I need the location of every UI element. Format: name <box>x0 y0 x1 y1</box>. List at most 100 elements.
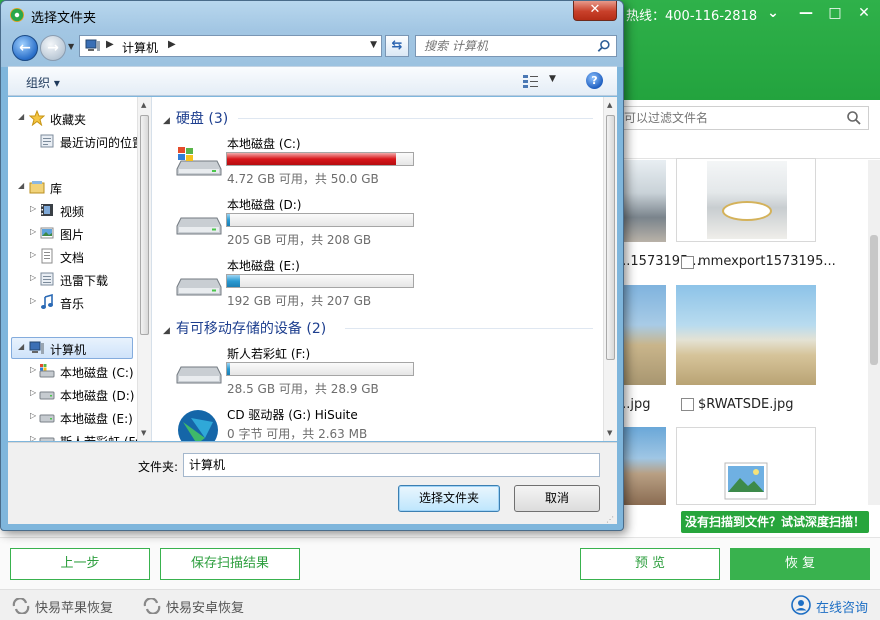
collapsed-chevron-icon[interactable]: ▷ <box>30 273 36 282</box>
drive-item-g[interactable]: CD 驱动器 (G:) HiSuite 0 字节 可用，共 2.63 MB <box>175 406 435 441</box>
nav-label: 本地磁盘 (C:) <box>60 366 134 380</box>
group-hard-disks[interactable]: ◢ 硬盘 (3) <box>163 108 228 128</box>
recent-pages-chevron-icon[interactable]: ▼ <box>68 42 74 51</box>
apple-recovery-link[interactable]: 快易苹果恢复 <box>35 597 113 616</box>
nav-drive-e[interactable]: ▷ 本地磁盘 (E:) <box>8 407 148 427</box>
preview-button[interactable]: 预 览 <box>580 548 720 580</box>
back-arrow-icon[interactable]: ← <box>12 35 38 61</box>
resize-grip-icon[interactable]: ⋰ <box>606 515 614 524</box>
video-icon <box>41 204 53 216</box>
cancel-button[interactable]: 取消 <box>514 485 600 512</box>
file-checkbox[interactable] <box>681 256 694 269</box>
collapse-icon[interactable]: ⌄ <box>762 3 784 23</box>
file-list-pane: ◢ 硬盘 (3) 本地磁盘 (C:) 4.72 GB 可用，共 50.0 GB <box>155 97 617 441</box>
drive-item-d[interactable]: 本地磁盘 (D:) 205 GB 可用，共 208 GB <box>175 196 435 252</box>
nav-libraries[interactable]: ◢ 库 <box>8 177 148 197</box>
nav-pictures[interactable]: ▷ 图片 <box>8 223 148 243</box>
library-icon <box>29 181 45 194</box>
address-bar[interactable]: ▶ 计算机 ▶ ▼ <box>79 35 382 57</box>
help-icon[interactable]: ? <box>586 72 603 89</box>
view-dropdown-icon[interactable]: ▼ <box>549 74 556 84</box>
forward-arrow-icon[interactable]: → <box>40 35 66 61</box>
collapsed-chevron-icon[interactable]: ▷ <box>30 227 36 236</box>
change-view-icon[interactable] <box>522 74 540 90</box>
search-icon[interactable] <box>846 110 862 126</box>
organize-menu-button[interactable]: 组织 ▾ <box>26 74 60 91</box>
expanded-chevron-icon[interactable]: ◢ <box>18 112 24 121</box>
deep-scan-button[interactable]: 没有扫描到文件？试试深度扫描！ <box>681 511 869 533</box>
collapsed-chevron-icon[interactable]: ▷ <box>30 250 36 259</box>
collapsed-chevron-icon[interactable]: ▷ <box>30 388 36 397</box>
expanded-chevron-icon[interactable]: ◢ <box>163 326 170 336</box>
collapsed-chevron-icon[interactable]: ▷ <box>30 204 36 213</box>
breadcrumb-computer[interactable]: 计算机 <box>122 39 158 56</box>
online-consult-link[interactable]: 在线咨询 <box>816 597 868 616</box>
breadcrumb-separator-icon[interactable]: ▶ <box>106 39 114 50</box>
file-list-scrollbar[interactable] <box>868 160 880 505</box>
drive-item-e[interactable]: 本地磁盘 (E:) 192 GB 可用，共 207 GB <box>175 257 435 313</box>
breadcrumb-separator-icon[interactable]: ▶ <box>168 39 176 50</box>
file-list-scrollbar[interactable]: ▲ ▼ <box>603 97 617 441</box>
close-icon[interactable]: ✕ <box>853 3 875 23</box>
select-folder-button[interactable]: 选择文件夹 <box>398 485 500 512</box>
filter-filename-input[interactable] <box>624 110 844 126</box>
photo-thumbnail[interactable] <box>676 285 816 385</box>
android-recovery-icon <box>143 598 161 614</box>
nav-drive-f[interactable]: ▷ 斯人若彩虹 (F:) <box>8 430 148 441</box>
save-scan-results-button[interactable]: 保存扫描结果 <box>160 548 300 580</box>
scroll-up-icon[interactable]: ▲ <box>141 101 146 109</box>
scroll-down-icon[interactable]: ▼ <box>141 429 146 437</box>
nav-thunder-downloads[interactable]: ▷ 迅雷下载 <box>8 269 148 289</box>
expanded-chevron-icon[interactable]: ◢ <box>18 181 24 190</box>
scroll-up-icon[interactable]: ▲ <box>607 101 612 109</box>
collapsed-chevron-icon[interactable]: ▷ <box>30 365 36 374</box>
nav-drive-c[interactable]: ▷ 本地磁盘 (C:) <box>8 361 148 381</box>
online-chat-icon[interactable] <box>791 595 811 615</box>
nav-drive-d[interactable]: ▷ 本地磁盘 (D:) <box>8 384 148 404</box>
photo-thumbnail-frame[interactable] <box>676 158 816 242</box>
drive-usage-bar <box>226 152 414 166</box>
scrollbar-thumb[interactable] <box>606 115 615 360</box>
dialog-close-button[interactable]: ✕ <box>573 1 617 21</box>
computer-icon <box>29 341 44 354</box>
collapsed-chevron-icon[interactable]: ▷ <box>30 411 36 420</box>
nav-documents[interactable]: ▷ 文档 <box>8 246 148 266</box>
nav-music[interactable]: ▷ 音乐 <box>8 292 148 312</box>
file-checkbox[interactable] <box>681 398 694 411</box>
drive-space-info: 192 GB 可用，共 207 GB <box>227 294 372 308</box>
app-footer <box>0 589 880 620</box>
app-logo-icon <box>10 8 24 22</box>
scrollbar-thumb[interactable] <box>870 235 878 365</box>
drive-item-c[interactable]: 本地磁盘 (C:) 4.72 GB 可用，共 50.0 GB <box>175 135 435 191</box>
drive-usage-fill <box>227 214 230 226</box>
photo-thumbnail-frame[interactable] <box>676 427 816 505</box>
nav-videos[interactable]: ▷ 视频 <box>8 200 148 220</box>
scroll-down-icon[interactable]: ▼ <box>607 429 612 437</box>
search-computer-input[interactable] <box>424 39 594 53</box>
expanded-chevron-icon[interactable]: ◢ <box>18 342 24 351</box>
prev-step-button[interactable]: 上一步 <box>10 548 150 580</box>
address-dropdown-icon[interactable]: ▼ <box>370 40 377 50</box>
android-recovery-link[interactable]: 快易安卓恢复 <box>166 597 244 616</box>
minimize-icon[interactable]: — <box>795 3 817 23</box>
maximize-icon[interactable]: □ <box>824 3 846 23</box>
group-removable-storage[interactable]: ◢ 有可移动存储的设备 (2) <box>163 318 326 338</box>
search-icon[interactable] <box>597 39 611 53</box>
collapsed-chevron-icon[interactable]: ▷ <box>30 296 36 305</box>
restore-button[interactable]: 恢 复 <box>730 548 870 580</box>
folder-name-input[interactable] <box>189 457 589 471</box>
nav-computer[interactable]: ◢ 计算机 <box>8 338 148 358</box>
nav-recent-places[interactable]: 最近访问的位置 <box>8 131 148 151</box>
dialog-search-box[interactable] <box>415 35 617 57</box>
drive-space-info: 28.5 GB 可用，共 28.9 GB <box>227 382 379 396</box>
nav-favorites[interactable]: ◢ 收藏夹 <box>8 108 148 128</box>
folder-field[interactable] <box>183 453 600 477</box>
scrollbar-thumb[interactable] <box>140 115 149 335</box>
refresh-icon[interactable]: ⇆ <box>385 35 409 57</box>
collapsed-chevron-icon[interactable]: ▷ <box>30 434 36 441</box>
navigation-scrollbar[interactable]: ▲ ▼ <box>137 97 151 441</box>
cd-drive-hisuite-icon <box>178 410 218 441</box>
drive-item-f[interactable]: 斯人若彩虹 (F:) 28.5 GB 可用，共 28.9 GB <box>175 345 435 401</box>
expanded-chevron-icon[interactable]: ◢ <box>163 116 170 126</box>
app-filter-search[interactable] <box>615 106 869 130</box>
